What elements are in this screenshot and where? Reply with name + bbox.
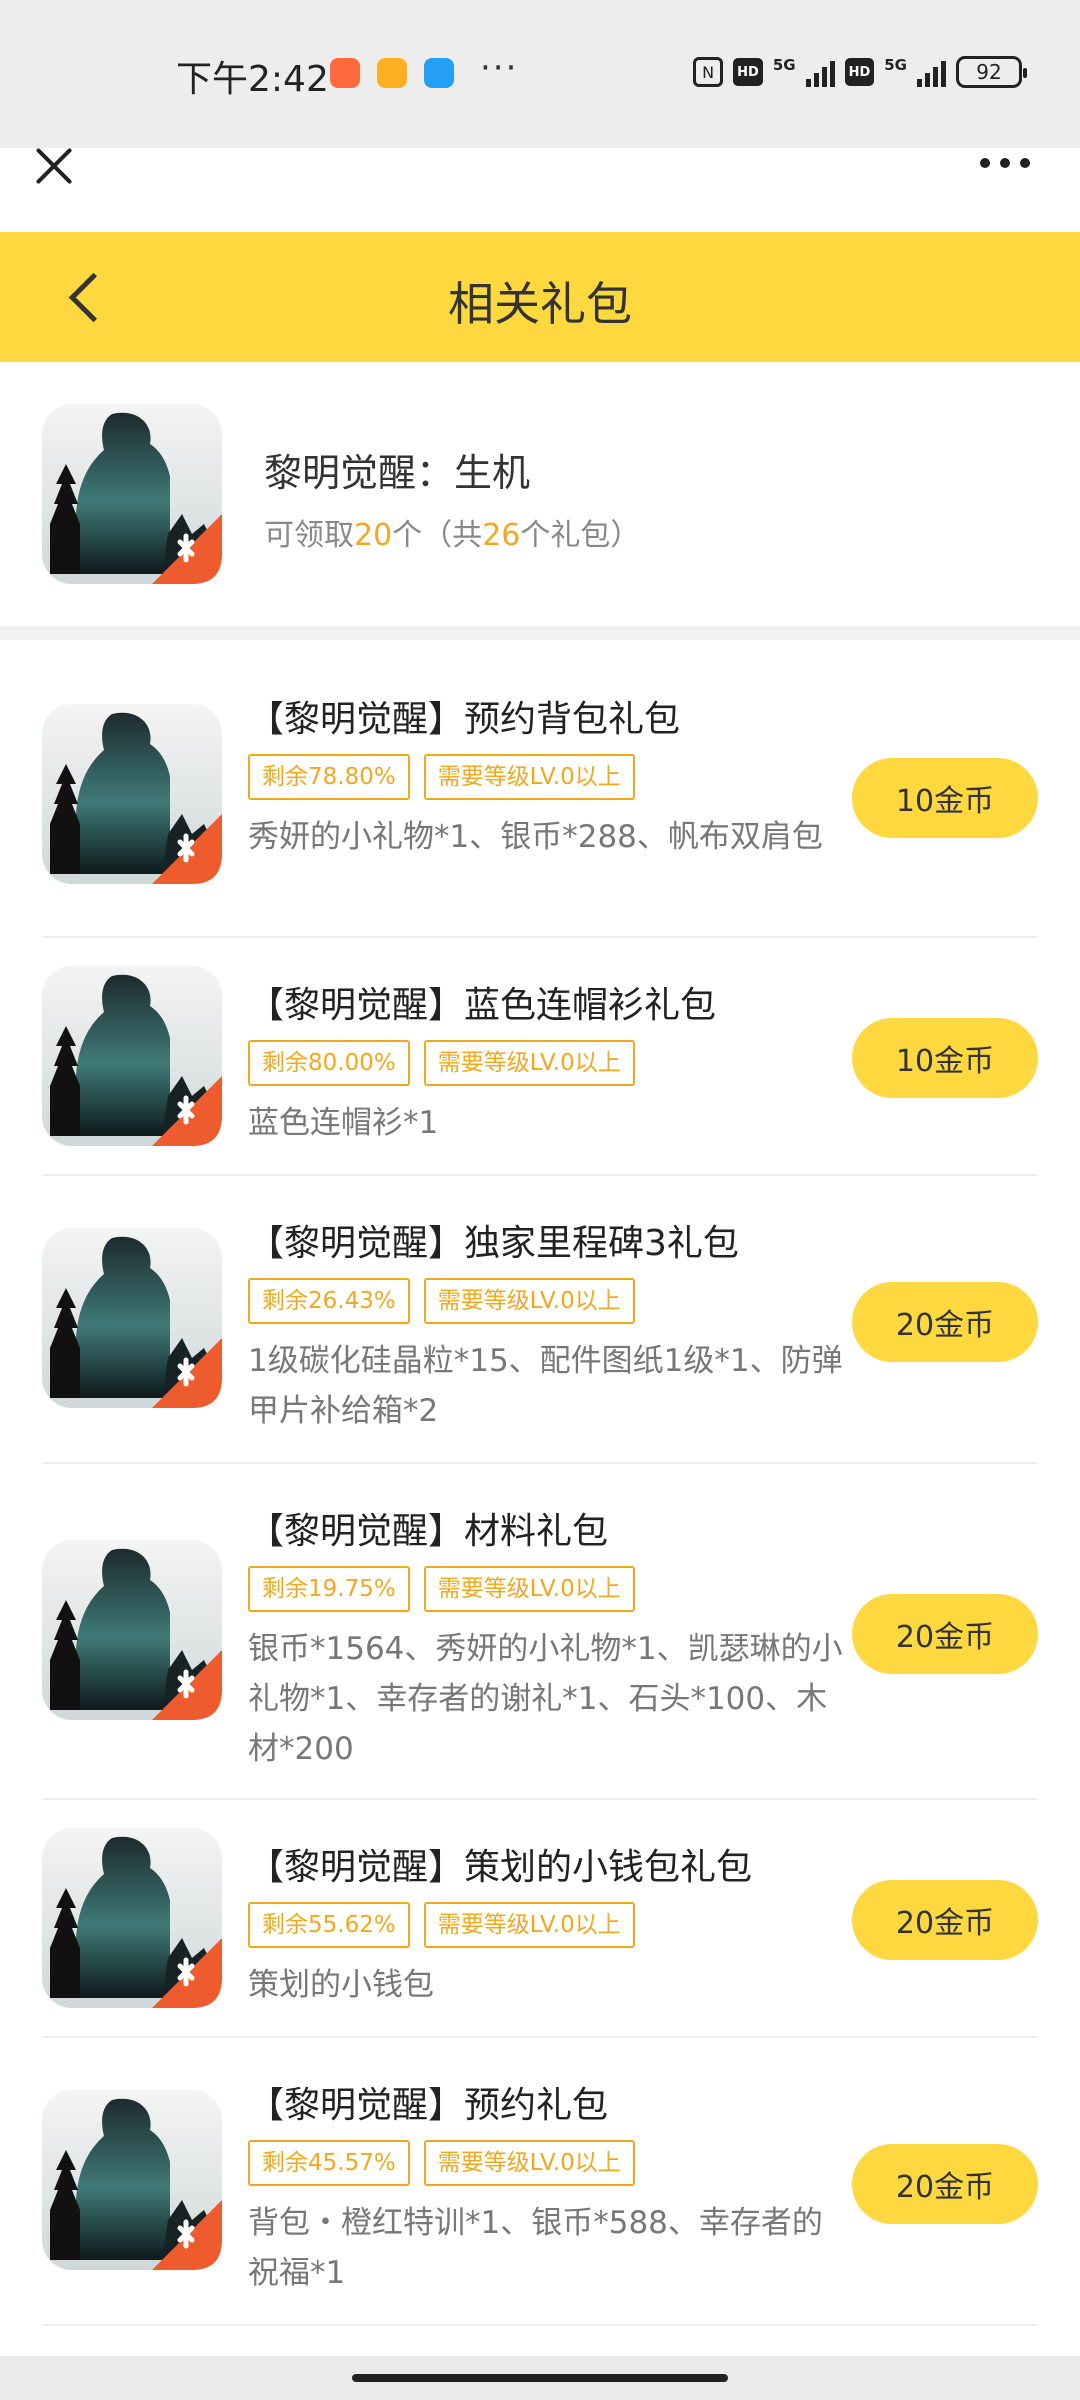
- remaining-badge: 剩余19.75%: [248, 1566, 410, 1612]
- app-notification-icon: [377, 58, 407, 88]
- redeem-button[interactable]: 10金币: [852, 1018, 1038, 1098]
- title-bar: 相关礼包: [0, 232, 1080, 362]
- gift-title: 【黎明觉醒】预约礼包: [248, 2085, 609, 2126]
- remaining-badge: 剩余55.62%: [248, 1902, 410, 1948]
- signal-icon: [805, 57, 835, 87]
- gift-tags: 剩余19.75% 需要等级LV.0以上: [248, 1566, 635, 1612]
- gift-count: 可领取20个（共26个礼包）: [264, 510, 640, 554]
- game-icon: [42, 1540, 222, 1720]
- remaining-badge: 剩余80.00%: [248, 1040, 410, 1086]
- hd-icon: HD: [844, 58, 875, 86]
- redeem-button[interactable]: 20金币: [852, 1880, 1038, 1960]
- gift-description: 背包・橙红特训*1、银币*588、幸存者的祝福*1: [248, 2205, 823, 2291]
- status-indicators: N HD 5G HD 5G 92: [693, 56, 1027, 88]
- count-prefix: 可领取: [264, 518, 354, 553]
- gift-title: 【黎明觉醒】策划的小钱包礼包: [248, 1847, 753, 1888]
- remaining-badge: 剩余45.57%: [248, 2140, 410, 2186]
- app-notification-icon: [330, 58, 360, 88]
- page-title: 相关礼包: [448, 277, 632, 331]
- gift-title: 【黎明觉醒】材料礼包: [248, 1511, 609, 1552]
- redeem-button[interactable]: 20金币: [852, 2144, 1038, 2224]
- gift-item[interactable]: 【黎明觉醒】材料礼包 剩余19.75% 需要等级LV.0以上 银币*1564、秀…: [42, 1464, 1038, 1800]
- game-icon: [42, 1828, 222, 2008]
- gift-description: 秀妍的小礼物*1、银币*288、帆布双肩包: [248, 819, 823, 855]
- gift-item[interactable]: 【黎明觉醒】蓝色连帽衫礼包 剩余80.00% 需要等级LV.0以上 蓝色连帽衫*…: [42, 938, 1038, 1176]
- remaining-badge: 剩余26.43%: [248, 1278, 410, 1324]
- status-time: 下午2:42: [176, 59, 329, 100]
- gift-description: 策划的小钱包: [248, 1967, 434, 2003]
- gift-description: 银币*1564、秀妍的小礼物*1、凯瑟琳的小礼物*1、幸存者的谢礼*1、石头*1…: [248, 1631, 843, 1767]
- game-icon: [42, 704, 222, 884]
- game-icon: [42, 1228, 222, 1408]
- gift-item[interactable]: 【黎明觉醒】独家里程碑3礼包 剩余26.43% 需要等级LV.0以上 1级碳化硅…: [42, 1176, 1038, 1464]
- game-icon: [42, 2090, 222, 2270]
- game-header: 黎明觉醒：生机 可领取20个（共26个礼包）: [0, 362, 1080, 624]
- close-icon[interactable]: [30, 142, 78, 190]
- gift-title: 【黎明觉醒】独家里程碑3礼包: [248, 1223, 739, 1264]
- app-notification-icon: [424, 58, 454, 88]
- network-label: 5G: [772, 56, 796, 74]
- network-label: 5G: [884, 56, 907, 74]
- level-badge: 需要等级LV.0以上: [423, 1566, 635, 1612]
- gift-tags: 剩余80.00% 需要等级LV.0以上: [248, 1040, 635, 1086]
- battery-icon: 92: [956, 56, 1027, 88]
- game-icon: [42, 404, 222, 584]
- status-bar: 下午2:42 ··· N HD 5G HD 5G 92: [0, 0, 1080, 148]
- gift-item[interactable]: 【黎明觉醒】预约背包礼包 剩余78.80% 需要等级LV.0以上 秀妍的小礼物*…: [42, 640, 1038, 938]
- count-suffix: 个礼包）: [520, 518, 641, 553]
- home-indicator[interactable]: [352, 2374, 728, 2382]
- more-options-icon[interactable]: [980, 158, 1030, 168]
- nfc-icon: N: [693, 57, 724, 87]
- available-count: 20: [354, 518, 393, 553]
- game-name: 黎明觉醒：生机: [264, 451, 531, 495]
- gift-title: 【黎明觉醒】预约背包礼包: [248, 699, 681, 740]
- total-count: 26: [482, 518, 521, 553]
- section-divider: [0, 626, 1080, 640]
- gift-title: 【黎明觉醒】蓝色连帽衫礼包: [248, 985, 717, 1026]
- gift-description: 1级碳化硅晶粒*15、配件图纸1级*1、防弹甲片补给箱*2: [248, 1343, 843, 1429]
- gift-tags: 剩余26.43% 需要等级LV.0以上: [248, 1278, 635, 1324]
- gift-tags: 剩余55.62% 需要等级LV.0以上: [248, 1902, 635, 1948]
- level-badge: 需要等级LV.0以上: [423, 1902, 635, 1948]
- navigation-bar: [0, 2356, 1080, 2400]
- status-more-icon: ···: [480, 48, 519, 88]
- level-badge: 需要等级LV.0以上: [423, 1278, 635, 1324]
- count-mid: 个（共: [392, 518, 483, 553]
- remaining-badge: 剩余78.80%: [248, 754, 410, 800]
- level-badge: 需要等级LV.0以上: [423, 2140, 635, 2186]
- level-badge: 需要等级LV.0以上: [423, 754, 635, 800]
- redeem-button[interactable]: 10金币: [852, 758, 1038, 838]
- redeem-button[interactable]: 20金币: [852, 1594, 1038, 1674]
- signal-icon: [917, 57, 946, 87]
- redeem-button[interactable]: 20金币: [852, 1282, 1038, 1362]
- gift-item[interactable]: 【黎明觉醒】预约礼包 剩余45.57% 需要等级LV.0以上 背包・橙红特训*1…: [42, 2038, 1038, 2326]
- level-badge: 需要等级LV.0以上: [423, 1040, 635, 1086]
- gift-description: 蓝色连帽衫*1: [248, 1105, 439, 1141]
- gift-tags: 剩余45.57% 需要等级LV.0以上: [248, 2140, 635, 2186]
- gift-tags: 剩余78.80% 需要等级LV.0以上: [248, 754, 635, 800]
- gift-item[interactable]: 【黎明觉醒】策划的小钱包礼包 剩余55.62% 需要等级LV.0以上 策划的小钱…: [42, 1800, 1038, 2038]
- game-icon: [42, 966, 222, 1146]
- hd-icon: HD: [733, 58, 763, 86]
